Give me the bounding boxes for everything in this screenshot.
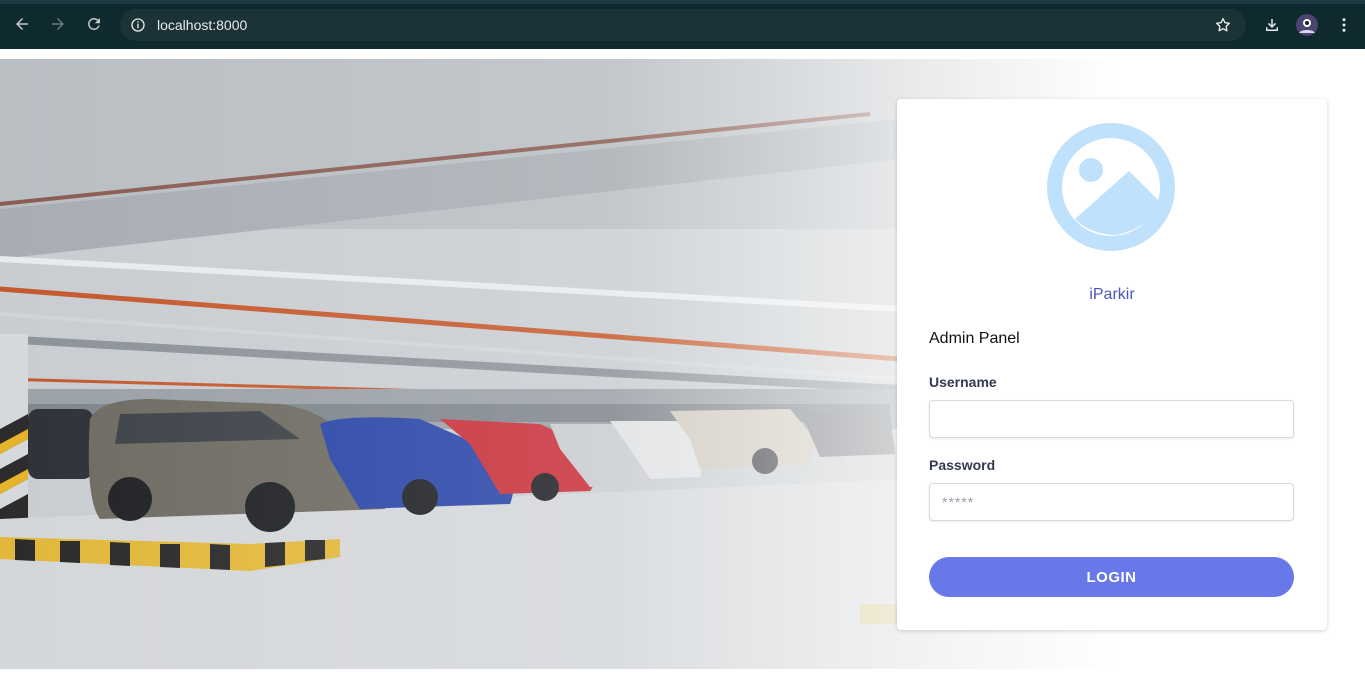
panel-title: Admin Panel bbox=[929, 330, 1020, 347]
username-label: Username bbox=[929, 374, 997, 390]
back-button[interactable] bbox=[11, 13, 33, 35]
app-brand-name: iParkir bbox=[1089, 286, 1135, 303]
address-bar[interactable]: localhost:8000 bbox=[120, 9, 1246, 41]
password-input[interactable] bbox=[929, 483, 1294, 521]
login-page: iParkir Admin Panel Username Password LO… bbox=[0, 49, 1365, 692]
arrow-right-icon bbox=[52, 18, 64, 30]
kebab-menu-icon bbox=[1342, 18, 1346, 32]
login-card: iParkir Admin Panel Username Password LO… bbox=[897, 99, 1327, 630]
arrow-left-icon bbox=[16, 18, 28, 30]
star-icon[interactable] bbox=[1214, 16, 1232, 34]
profile-avatar-icon bbox=[1296, 14, 1318, 36]
password-label: Password bbox=[929, 457, 996, 473]
url-text[interactable]: localhost:8000 bbox=[157, 17, 247, 33]
info-icon[interactable] bbox=[130, 17, 146, 33]
login-button[interactable]: LOGIN bbox=[929, 557, 1294, 597]
browser-menu-button[interactable] bbox=[1333, 14, 1355, 36]
reload-button[interactable] bbox=[83, 13, 105, 35]
reload-icon bbox=[88, 17, 100, 30]
forward-button[interactable] bbox=[47, 13, 69, 35]
image-placeholder-logo-icon bbox=[1047, 123, 1175, 251]
tab-strip-edge bbox=[0, 0, 1365, 4]
download-icon bbox=[1266, 19, 1278, 31]
browser-toolbar: localhost:8000 bbox=[0, 0, 1365, 49]
download-button[interactable] bbox=[1261, 14, 1283, 36]
username-input[interactable] bbox=[929, 400, 1294, 438]
profile-avatar[interactable] bbox=[1296, 14, 1318, 36]
